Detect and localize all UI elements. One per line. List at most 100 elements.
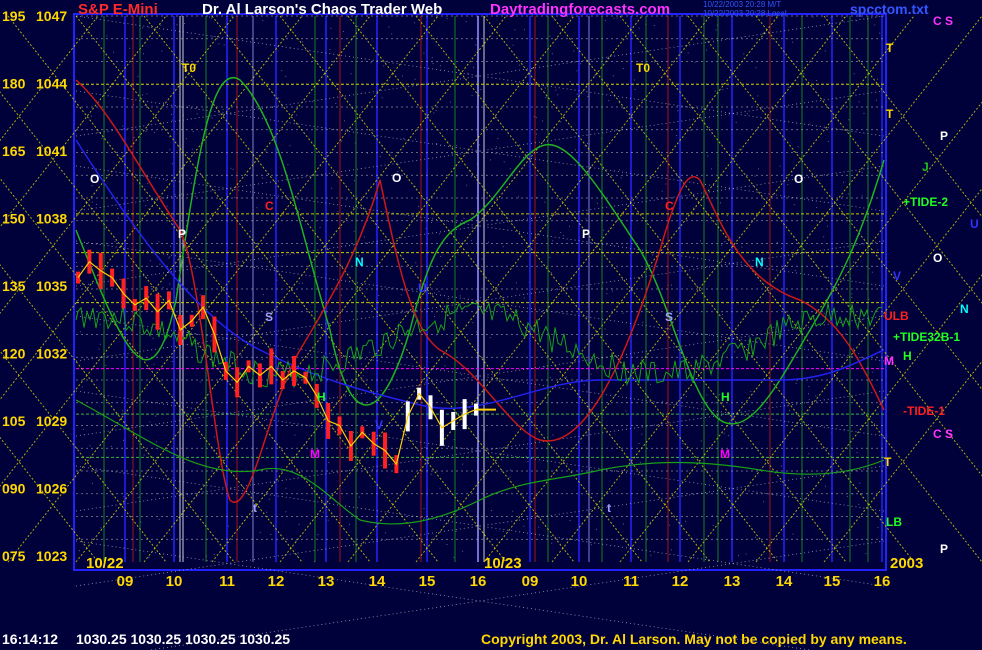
background-dot — [129, 84, 131, 86]
background-dot — [369, 351, 371, 353]
background-dot — [515, 282, 517, 284]
background-dot — [750, 391, 752, 392]
background-dot — [861, 195, 863, 197]
background-dot — [496, 219, 498, 221]
background-dot — [169, 256, 171, 258]
background-dot — [544, 201, 546, 203]
background-dot — [721, 244, 723, 246]
chart-annotation-o: O — [392, 171, 401, 185]
background-dot — [555, 89, 557, 91]
background-dot — [510, 469, 511, 471]
background-dot — [265, 150, 267, 152]
background-dot — [161, 50, 163, 52]
background-dot — [106, 35, 108, 37]
background-dot — [851, 296, 853, 298]
background-dot — [192, 131, 194, 132]
background-dot — [238, 527, 240, 529]
background-dot — [826, 225, 828, 227]
background-dot — [270, 534, 272, 535]
background-dot — [500, 459, 502, 461]
background-dot — [563, 235, 565, 237]
background-dot — [595, 528, 597, 530]
background-dot — [167, 195, 169, 197]
instrument-title: S&P E-Mini — [78, 1, 158, 18]
background-dot — [856, 452, 858, 454]
background-dot — [495, 146, 497, 148]
background-dot — [730, 322, 732, 324]
background-dot — [654, 61, 656, 63]
background-dot — [160, 24, 162, 26]
right-label: V — [893, 269, 901, 283]
background-dot — [711, 168, 712, 170]
background-dot — [296, 114, 298, 116]
background-dot — [800, 160, 802, 162]
background-dot — [456, 215, 458, 217]
background-dot — [467, 72, 469, 74]
background-dot — [780, 247, 782, 249]
background-dot — [715, 29, 717, 31]
background-dot — [400, 294, 402, 296]
background-dot — [181, 193, 182, 195]
background-dot — [743, 53, 745, 55]
background-dot — [122, 410, 124, 412]
background-dot — [211, 117, 213, 119]
background-dot — [199, 294, 201, 296]
background-dot — [706, 394, 708, 396]
x-hour-label: 11 — [623, 573, 639, 590]
background-dot — [91, 201, 93, 203]
background-dot — [310, 354, 312, 356]
background-dot — [853, 73, 855, 75]
background-dot — [609, 490, 611, 492]
background-dot — [638, 27, 640, 29]
background-dot — [808, 386, 810, 388]
site-link[interactable]: Daytradingforecasts.com — [490, 1, 670, 18]
background-dot — [863, 113, 865, 114]
background-dot — [185, 138, 187, 140]
background-dot — [145, 205, 147, 207]
background-dot — [230, 167, 232, 169]
background-dot — [77, 471, 79, 473]
background-dot — [449, 101, 451, 103]
chart-annotation-n: N — [355, 255, 364, 269]
background-dot — [367, 152, 369, 154]
background-dot — [735, 121, 737, 123]
x-hour-label: 15 — [824, 573, 841, 590]
background-dot — [163, 102, 164, 104]
background-dot — [431, 222, 433, 223]
background-dot — [214, 436, 216, 438]
background-dot — [455, 530, 457, 532]
background-dot — [156, 441, 158, 443]
author-title: Dr. Al Larson's Chaos Trader Web — [202, 1, 443, 18]
background-dot — [98, 348, 100, 350]
background-dot — [714, 402, 716, 404]
background-dot — [652, 492, 654, 494]
chart-annotation-h: H — [721, 390, 730, 404]
background-dot — [746, 113, 748, 115]
background-dot — [101, 137, 103, 139]
background-dot — [171, 163, 173, 165]
y-price-tick: 1029 — [36, 413, 67, 429]
background-dot — [747, 344, 749, 345]
background-dot — [285, 75, 287, 77]
background-dot — [171, 113, 172, 115]
background-dot — [381, 305, 382, 307]
background-dot — [196, 107, 197, 109]
background-dot — [741, 246, 743, 248]
right-label: T — [886, 107, 894, 121]
background-dot — [259, 324, 261, 326]
background-dot — [447, 522, 449, 524]
background-dot — [543, 366, 545, 368]
background-dot — [162, 287, 164, 288]
background-dot — [719, 417, 721, 419]
background-dot — [99, 343, 101, 345]
background-dot — [768, 291, 770, 293]
background-dot — [836, 98, 838, 100]
right-label: U — [970, 217, 979, 231]
background-dot — [345, 199, 347, 201]
background-dot — [622, 312, 624, 314]
background-dot — [435, 110, 437, 112]
background-dot — [169, 283, 171, 285]
right-label: ULB — [884, 309, 909, 323]
y-price-tick: 1041 — [36, 143, 67, 159]
background-dot — [89, 445, 91, 447]
